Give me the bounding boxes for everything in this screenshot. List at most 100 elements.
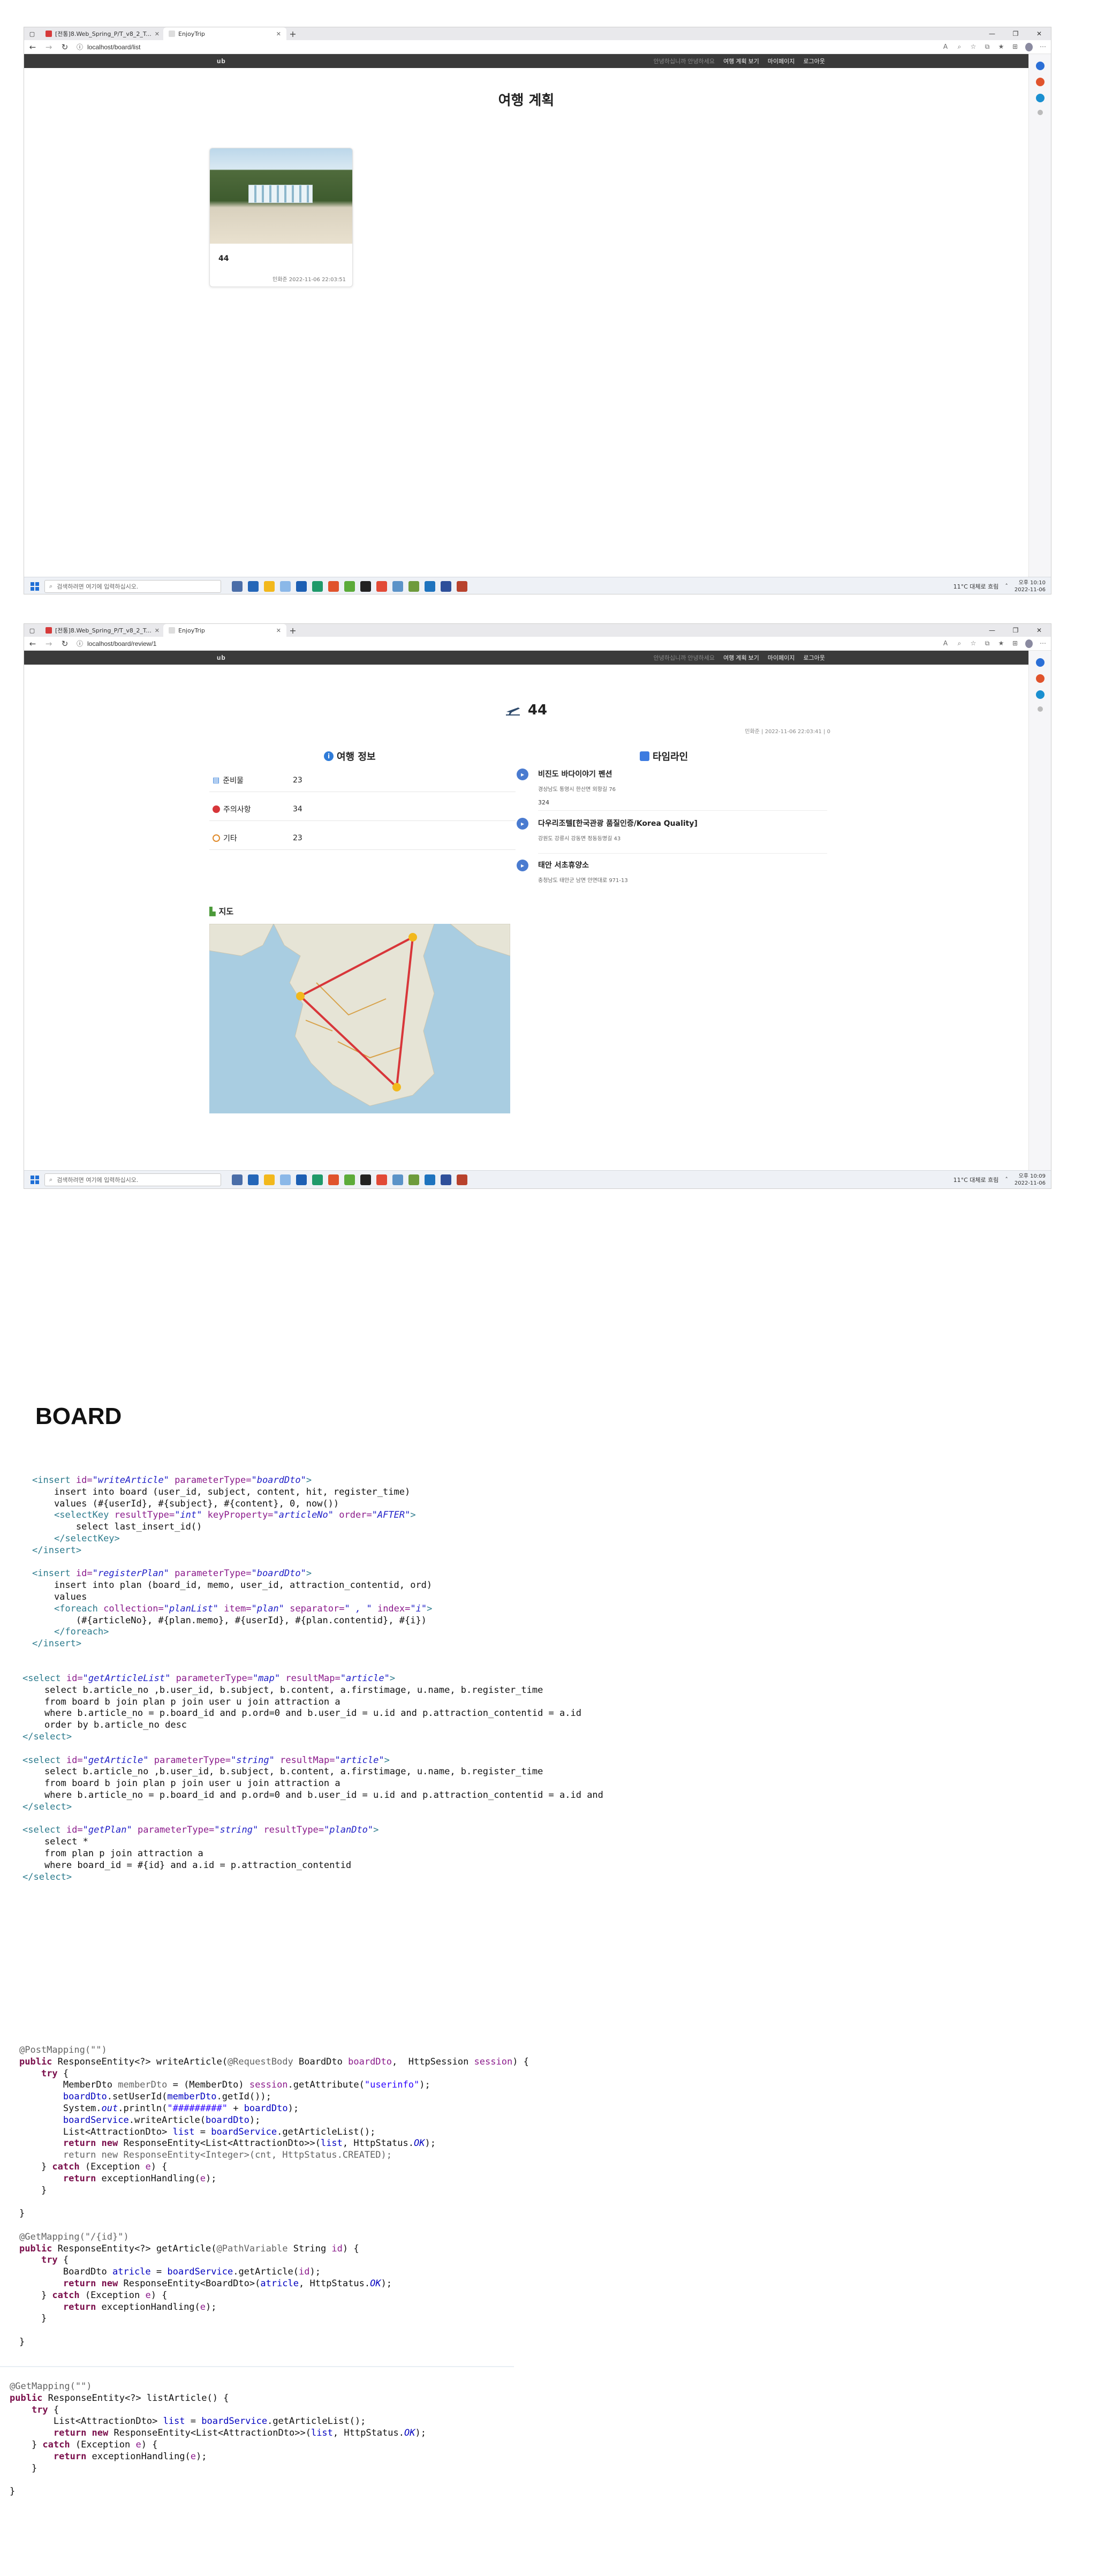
tab-lecture[interactable]: [전통]8.Web_Spring_P/T_v8_2_T... ✕ [40, 27, 163, 40]
timeline-item[interactable]: ▸ 다우리조텔[한국관광 품질인증/Korea Quality] 강원도 강릉시 강… [517, 818, 827, 842]
back-icon[interactable]: ← [28, 639, 37, 649]
site-logo[interactable]: ub [217, 57, 226, 65]
windows-start-icon[interactable] [31, 582, 39, 591]
close-button[interactable]: ✕ [1027, 627, 1051, 634]
app-icon[interactable] [408, 1174, 419, 1185]
extensions-icon[interactable]: ⧉ [983, 639, 991, 648]
collections-icon[interactable]: ⊞ [1011, 639, 1019, 648]
new-tab-button[interactable]: + [286, 626, 299, 636]
tab-actions-icon[interactable]: ▢ [24, 31, 40, 37]
weather-text[interactable]: 11°C 대체로 흐림 [953, 582, 999, 591]
clock[interactable]: 오후 10:09 2022-11-06 [1015, 1173, 1046, 1187]
tab-enjoytrip[interactable]: EnjoyTrip ✕ [163, 624, 286, 637]
new-tab-button[interactable]: + [286, 29, 299, 39]
profile-avatar[interactable] [1025, 639, 1033, 648]
terminal-icon[interactable] [360, 1174, 371, 1185]
app-icon[interactable] [344, 1174, 355, 1185]
app-icon[interactable] [392, 1174, 403, 1185]
office-icon[interactable] [328, 581, 339, 592]
outlook-icon[interactable] [1035, 94, 1045, 102]
app-icon[interactable] [248, 581, 259, 592]
site-logo[interactable]: ub [217, 654, 226, 661]
close-tab-icon[interactable]: ✕ [155, 31, 160, 37]
nav-logout-link[interactable]: 로그아웃 [804, 653, 825, 662]
close-tab-icon[interactable]: ✕ [276, 627, 281, 634]
zoom-icon[interactable]: ⌕ [956, 639, 963, 648]
menu-icon[interactable]: ⋯ [1039, 43, 1047, 51]
close-tab-icon[interactable]: ✕ [276, 31, 281, 37]
profile-avatar[interactable] [1025, 42, 1033, 51]
map-marker-icon[interactable] [296, 992, 305, 1000]
menu-icon[interactable]: ⋯ [1039, 639, 1047, 648]
map-marker-icon[interactable] [408, 933, 417, 941]
app-icon[interactable] [280, 581, 291, 592]
app-icon[interactable] [280, 1174, 291, 1185]
vscode-icon[interactable] [425, 1174, 435, 1185]
app-icon[interactable] [441, 581, 451, 592]
taskbar-search[interactable]: ⌕ 검색하려면 여기에 입력하십시오. [44, 579, 221, 593]
chrome-icon[interactable] [376, 1174, 387, 1185]
tab-enjoytrip[interactable]: EnjoyTrip ✕ [163, 27, 286, 40]
chevron-up-icon[interactable]: ˄ [1005, 1176, 1008, 1183]
back-icon[interactable]: ← [28, 42, 37, 52]
close-tab-icon[interactable]: ✕ [155, 627, 160, 634]
forward-icon[interactable]: → [44, 42, 53, 52]
windows-start-icon[interactable] [31, 1175, 39, 1184]
app-icon[interactable] [248, 1174, 259, 1185]
minimize-button[interactable]: — [980, 30, 1004, 37]
url-field[interactable]: ⓘ localhost/board/review/1 [77, 639, 156, 648]
mail-icon[interactable] [296, 1174, 307, 1185]
search-icon[interactable] [1035, 62, 1045, 70]
nav-plan-link[interactable]: 여행 계획 보기 [723, 57, 759, 65]
maximize-button[interactable]: ❐ [1004, 627, 1027, 634]
clock[interactable]: 오후 10:10 2022-11-06 [1015, 579, 1046, 593]
nav-mypage-link[interactable]: 마이페이지 [768, 653, 795, 662]
office-icon[interactable] [328, 1174, 339, 1185]
favorites-icon[interactable]: ★ [997, 639, 1005, 648]
app-icon[interactable] [232, 581, 243, 592]
edge-icon[interactable] [312, 1174, 323, 1185]
app-icon[interactable] [232, 1174, 243, 1185]
folder-icon[interactable] [264, 581, 275, 592]
search-icon[interactable] [1035, 658, 1045, 667]
outlook-icon[interactable] [1035, 690, 1045, 699]
folder-icon[interactable] [264, 1174, 275, 1185]
url-field[interactable]: ⓘ localhost/board/list [77, 42, 140, 51]
chrome-icon[interactable] [376, 581, 387, 592]
plan-card[interactable]: 44 민화준 2022-11-06 22:03:51 [209, 148, 353, 287]
mail-icon[interactable] [296, 581, 307, 592]
app-icon[interactable] [344, 581, 355, 592]
timeline-item[interactable]: ▸ 태안 서초휴양소 충청남도 태안군 남면 안면대로 971-13 [517, 860, 827, 884]
tab-lecture[interactable]: [전통]8.Web_Spring_P/T_v8_2_T... ✕ [40, 624, 163, 637]
zoom-icon[interactable]: ⌕ [956, 43, 963, 51]
terminal-icon[interactable] [360, 581, 371, 592]
add-icon[interactable] [1037, 706, 1043, 712]
read-aloud-icon[interactable]: A [942, 639, 949, 648]
nav-logout-link[interactable]: 로그아웃 [804, 57, 825, 65]
nav-mypage-link[interactable]: 마이페이지 [768, 57, 795, 65]
favorite-icon[interactable]: ☆ [970, 639, 977, 648]
app-icon[interactable] [441, 1174, 451, 1185]
edge-icon[interactable] [312, 581, 323, 592]
reload-icon[interactable]: ↻ [60, 42, 69, 52]
timeline-item[interactable]: ▸ 비진도 바다이야기 펜션 경상남도 통영시 한산면 외항길 76 324 [517, 769, 827, 806]
reload-icon[interactable]: ↻ [60, 639, 69, 649]
app-icon[interactable] [457, 581, 467, 592]
extensions-icon[interactable]: ⧉ [983, 43, 991, 51]
close-button[interactable]: ✕ [1027, 30, 1051, 37]
office-icon[interactable] [1035, 674, 1045, 683]
minimize-button[interactable]: — [980, 627, 1004, 634]
read-aloud-icon[interactable]: A [942, 43, 949, 51]
route-map[interactable] [209, 924, 510, 1113]
app-icon[interactable] [457, 1174, 467, 1185]
favorite-icon[interactable]: ☆ [970, 43, 977, 51]
chevron-up-icon[interactable]: ˄ [1005, 583, 1008, 590]
nav-plan-link[interactable]: 여행 계획 보기 [723, 653, 759, 662]
app-icon[interactable] [392, 581, 403, 592]
app-icon[interactable] [408, 581, 419, 592]
taskbar-search[interactable]: ⌕ 검색하려면 여기에 입력하십시오. [44, 1173, 221, 1186]
maximize-button[interactable]: ❐ [1004, 30, 1027, 37]
vscode-icon[interactable] [425, 581, 435, 592]
office-icon[interactable] [1035, 78, 1045, 86]
collections-icon[interactable]: ⊞ [1011, 43, 1019, 51]
